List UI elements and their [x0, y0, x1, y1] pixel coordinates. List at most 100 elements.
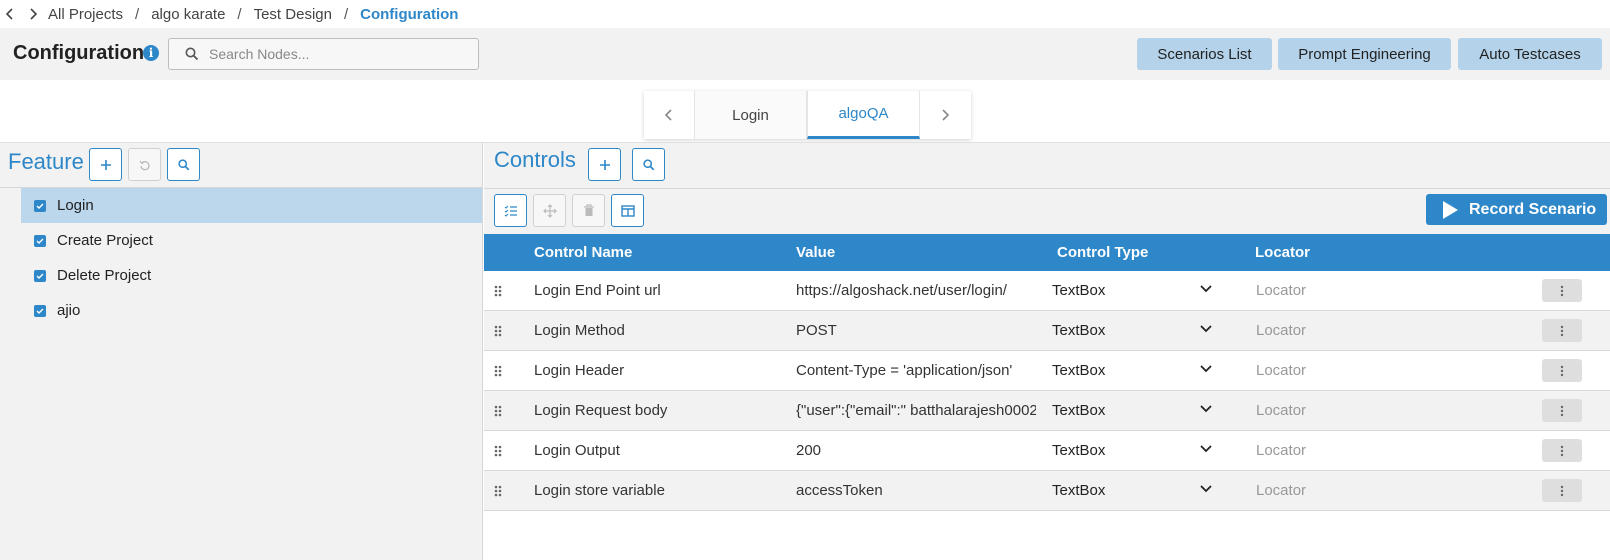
locator-cell[interactable]: Locator [1256, 402, 1306, 419]
tab-prev-button[interactable] [644, 91, 694, 139]
auto-testcases-button[interactable]: Auto Testcases [1458, 38, 1602, 70]
chevron-left-icon[interactable] [0, 3, 20, 25]
drag-handle-icon[interactable] [494, 405, 502, 417]
control-name-cell[interactable]: Login store variable [534, 482, 784, 499]
chevron-down-icon [1200, 285, 1212, 293]
breadcrumb-separator: / [343, 5, 349, 23]
control-type-select[interactable]: TextBox [1052, 442, 1242, 459]
drag-handle-icon[interactable] [494, 285, 502, 297]
record-scenario-button[interactable]: Record Scenario [1426, 194, 1607, 225]
table-row[interactable]: Login Header Content-Type = 'application… [484, 351, 1610, 391]
search-nodes[interactable] [168, 38, 479, 70]
breadcrumb-project[interactable]: algo karate [151, 6, 225, 23]
breadcrumb-test-design[interactable]: Test Design [254, 6, 332, 23]
breadcrumb-all-projects[interactable]: All Projects [48, 6, 123, 23]
feature-item-login[interactable]: Login [21, 188, 482, 223]
feature-item-label: Create Project [57, 232, 153, 249]
feature-item-label: Login [57, 197, 94, 214]
column-value[interactable]: Value [796, 244, 835, 261]
locator-cell[interactable]: Locator [1256, 362, 1306, 379]
value-cell[interactable]: POST [796, 322, 1036, 339]
add-feature-button[interactable] [89, 148, 122, 181]
checklist-button[interactable] [494, 194, 527, 227]
control-type-value: TextBox [1052, 282, 1106, 299]
columns-button[interactable] [611, 194, 644, 227]
value-cell[interactable]: accessToken [796, 482, 1036, 499]
control-type-select[interactable]: TextBox [1052, 322, 1242, 339]
feature-item-create-project[interactable]: Create Project [0, 223, 482, 258]
controls-panel: Controls Record Scenario Control Name Va… [484, 143, 1610, 560]
control-type-select[interactable]: TextBox [1052, 362, 1242, 379]
value-cell[interactable]: 200 [796, 442, 1036, 459]
column-locator[interactable]: Locator [1255, 244, 1310, 261]
value-cell[interactable]: https://algoshack.net/user/login/ [796, 282, 1036, 299]
control-type-value: TextBox [1052, 482, 1106, 499]
breadcrumb-current: Configuration [360, 5, 459, 23]
feature-item-ajio[interactable]: ajio [0, 293, 482, 328]
checkbox-checked-icon[interactable] [34, 304, 46, 317]
value-cell[interactable]: {"user":{"email":" batthalarajesh0002 [796, 402, 1036, 419]
chevron-down-icon [1200, 405, 1212, 413]
tab-next-button[interactable] [920, 91, 970, 139]
control-name-cell[interactable]: Login Output [534, 442, 784, 459]
kebab-icon [1560, 405, 1564, 416]
undo-button[interactable] [128, 148, 161, 181]
tab-algoqa[interactable]: algoQA [807, 91, 920, 139]
more-options-button[interactable] [1542, 479, 1582, 502]
kebab-icon [1560, 365, 1564, 376]
search-icon [177, 158, 189, 170]
tab-login[interactable]: Login [694, 91, 807, 139]
plus-icon [599, 159, 610, 170]
control-type-select[interactable]: TextBox [1052, 402, 1242, 419]
chevron-down-icon [1200, 325, 1212, 333]
table-row[interactable]: Login Method POST TextBox Locator [484, 311, 1610, 351]
drag-handle-icon[interactable] [494, 325, 502, 337]
more-options-button[interactable] [1542, 359, 1582, 382]
table-row[interactable]: Login store variable accessToken TextBox… [484, 471, 1610, 511]
search-nodes-input[interactable] [209, 46, 459, 62]
table-row[interactable]: Login Output 200 TextBox Locator [484, 431, 1610, 471]
control-name-cell[interactable]: Login End Point url [534, 282, 784, 299]
page-header: Configuration i Scenarios List Prompt En… [0, 28, 1610, 80]
checkbox-checked-icon[interactable] [34, 234, 46, 247]
feature-item-delete-project[interactable]: Delete Project [0, 258, 482, 293]
scenarios-list-button[interactable]: Scenarios List [1137, 38, 1272, 70]
locator-cell[interactable]: Locator [1256, 282, 1306, 299]
prompt-engineering-button[interactable]: Prompt Engineering [1278, 38, 1451, 70]
control-type-value: TextBox [1052, 442, 1106, 459]
locator-cell[interactable]: Locator [1256, 442, 1306, 459]
table-row[interactable]: Login End Point url https://algoshack.ne… [484, 271, 1610, 311]
control-type-value: TextBox [1052, 362, 1106, 379]
more-options-button[interactable] [1542, 399, 1582, 422]
more-options-button[interactable] [1542, 319, 1582, 342]
add-control-button[interactable] [588, 148, 621, 181]
chevron-right-icon[interactable] [20, 3, 46, 25]
control-type-value: TextBox [1052, 402, 1106, 419]
delete-button[interactable] [572, 194, 605, 227]
drag-handle-icon[interactable] [494, 445, 502, 457]
info-icon[interactable]: i [143, 45, 159, 61]
search-feature-button[interactable] [167, 148, 200, 181]
checkbox-checked-icon[interactable] [34, 199, 46, 212]
search-control-button[interactable] [632, 148, 665, 181]
kebab-icon [1560, 485, 1564, 496]
locator-cell[interactable]: Locator [1256, 322, 1306, 339]
drag-handle-icon[interactable] [494, 485, 502, 497]
value-cell[interactable]: Content-Type = 'application/json' [796, 362, 1036, 379]
more-options-button[interactable] [1542, 279, 1582, 302]
column-control-type[interactable]: Control Type [1057, 244, 1148, 261]
kebab-icon [1560, 445, 1564, 456]
control-name-cell[interactable]: Login Request body [534, 402, 784, 419]
move-button[interactable] [533, 194, 566, 227]
control-name-cell[interactable]: Login Method [534, 322, 784, 339]
checkbox-checked-icon[interactable] [34, 269, 46, 282]
table-row[interactable]: Login Request body {"user":{"email":" ba… [484, 391, 1610, 431]
column-control-name[interactable]: Control Name [534, 244, 632, 261]
drag-handle-icon[interactable] [494, 365, 502, 377]
control-name-cell[interactable]: Login Header [534, 362, 784, 379]
locator-cell[interactable]: Locator [1256, 482, 1306, 499]
control-type-select[interactable]: TextBox [1052, 282, 1242, 299]
feature-list: Login Create Project Delete Project ajio [0, 187, 482, 328]
more-options-button[interactable] [1542, 439, 1582, 462]
control-type-select[interactable]: TextBox [1052, 482, 1242, 499]
